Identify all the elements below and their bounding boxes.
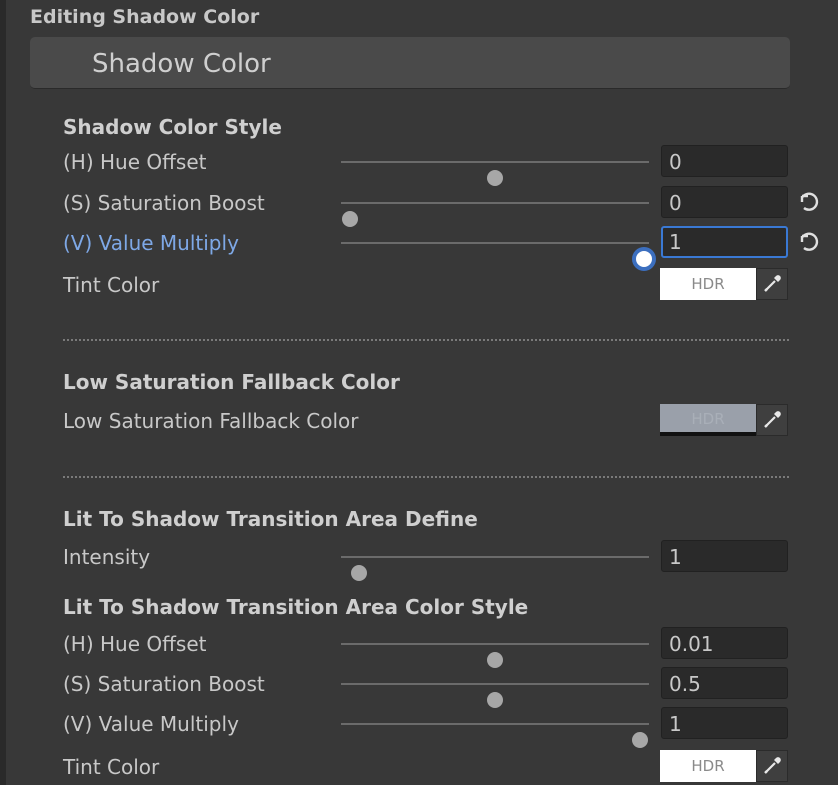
eyedropper-icon	[764, 275, 781, 292]
value-multiply-row: (V) Value Multiply 1	[0, 226, 838, 271]
transition-saturation-boost-label: (S) Saturation Boost	[63, 672, 265, 696]
eyedropper-icon	[764, 411, 781, 428]
intensity-label: Intensity	[63, 545, 151, 569]
hue-offset-input[interactable]: 0	[661, 145, 788, 177]
saturation-boost-slider[interactable]	[341, 202, 649, 227]
transition-hue-offset-row: (H) Hue Offset 0.01	[0, 627, 838, 668]
transition-hue-offset-slider-thumb[interactable]	[487, 652, 503, 668]
panel-header[interactable]: Shadow Color	[30, 37, 790, 89]
eyedropper-button[interactable]	[756, 404, 788, 436]
saturation-boost-row: (S) Saturation Boost 0	[0, 186, 838, 227]
transition-saturation-boost-row: (S) Saturation Boost 0.5	[0, 667, 838, 708]
eyedropper-icon	[764, 757, 781, 774]
panel-title: Shadow Color	[92, 49, 271, 79]
transition-value-multiply-slider-thumb[interactable]	[631, 732, 648, 748]
transition-hue-offset-slider[interactable]	[341, 643, 649, 668]
hue-offset-label: (H) Hue Offset	[63, 150, 207, 174]
hue-offset-row: (H) Hue Offset 0	[0, 145, 838, 186]
section-divider	[63, 339, 789, 341]
section-transition-color-style: Lit To Shadow Transition Area Color Styl…	[63, 595, 529, 619]
transition-hue-offset-input[interactable]: 0.01	[661, 627, 788, 659]
eyedropper-button[interactable]	[756, 750, 788, 782]
intensity-row: Intensity 1	[0, 540, 838, 581]
tint-color-row: Tint Color HDR	[0, 268, 838, 302]
transition-saturation-boost-input[interactable]: 0.5	[661, 667, 788, 699]
tint-color-swatch[interactable]: HDR	[660, 268, 756, 300]
transition-saturation-boost-slider[interactable]	[341, 683, 649, 708]
low-saturation-row: Low Saturation Fallback Color HDR	[0, 404, 838, 438]
transition-value-multiply-slider[interactable]	[341, 723, 649, 748]
value-multiply-input[interactable]: 1	[661, 226, 788, 258]
saturation-boost-slider-thumb[interactable]	[342, 211, 359, 227]
intensity-slider[interactable]	[341, 556, 649, 581]
saturation-boost-input[interactable]: 0	[661, 186, 788, 218]
transition-hue-offset-label: (H) Hue Offset	[63, 632, 207, 656]
value-multiply-label: (V) Value Multiply	[63, 231, 239, 255]
transition-value-multiply-input[interactable]: 1	[661, 707, 788, 739]
transition-saturation-boost-slider-thumb[interactable]	[487, 692, 503, 708]
transition-tint-color-swatch[interactable]: HDR	[660, 750, 756, 782]
editing-header: Editing Shadow Color	[30, 6, 260, 28]
tint-color-label: Tint Color	[63, 273, 160, 297]
hue-offset-slider-thumb[interactable]	[487, 170, 503, 186]
low-saturation-swatch[interactable]: HDR	[660, 404, 756, 436]
section-shadow-color-style: Shadow Color Style	[63, 115, 282, 139]
transition-value-multiply-row: (V) Value Multiply 1	[0, 707, 838, 748]
saturation-boost-label: (S) Saturation Boost	[63, 191, 265, 215]
reset-icon[interactable]	[796, 230, 820, 254]
section-transition-define: Lit To Shadow Transition Area Define	[63, 507, 478, 531]
low-saturation-label: Low Saturation Fallback Color	[63, 409, 359, 433]
intensity-input[interactable]: 1	[661, 540, 788, 572]
section-low-saturation: Low Saturation Fallback Color	[63, 370, 400, 394]
intensity-slider-thumb[interactable]	[351, 565, 368, 581]
transition-value-multiply-label: (V) Value Multiply	[63, 712, 239, 736]
transition-tint-color-label: Tint Color	[63, 755, 160, 779]
reset-icon[interactable]	[796, 190, 820, 214]
value-multiply-slider[interactable]	[341, 242, 656, 271]
eyedropper-button[interactable]	[756, 268, 788, 300]
hue-offset-slider[interactable]	[341, 161, 649, 186]
section-divider	[63, 476, 789, 478]
transition-tint-color-row: Tint Color HDR	[0, 750, 838, 784]
